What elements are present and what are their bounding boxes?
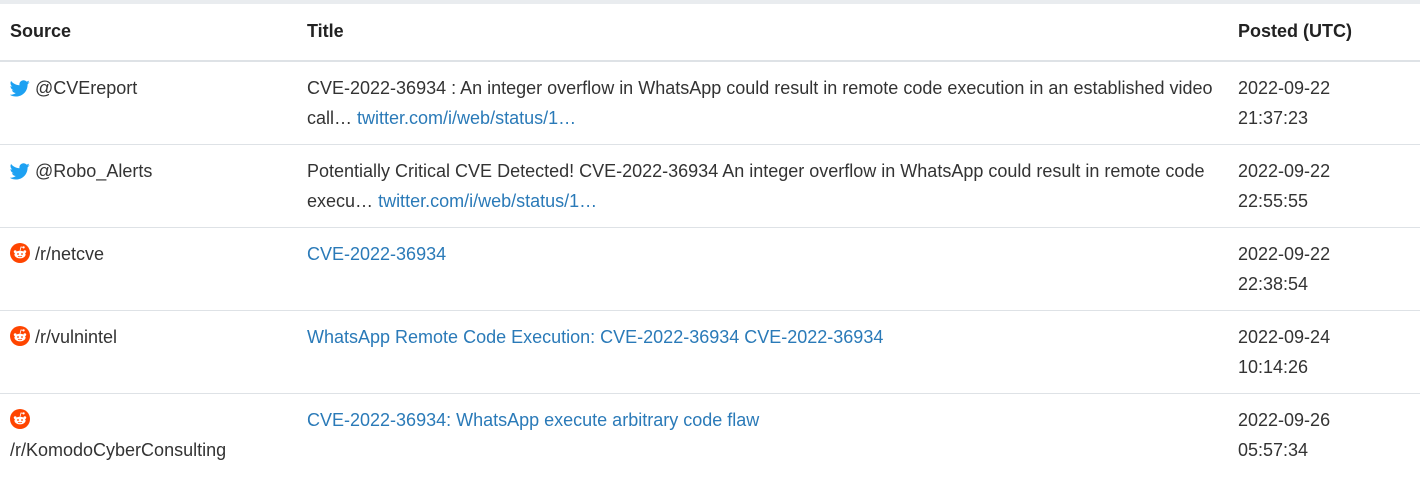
posted-cell: 2022-09-22 22:55:55 bbox=[1229, 144, 1420, 228]
posted-cell: 2022-09-24 10:14:26 bbox=[1229, 310, 1420, 394]
header-source: Source bbox=[0, 4, 298, 62]
title-cell: CVE-2022-36934 : An integer overflow in … bbox=[298, 60, 1229, 145]
posted-cell: 2022-09-22 22:38:54 bbox=[1229, 227, 1420, 311]
title-cell: Potentially Critical CVE Detected! CVE-2… bbox=[298, 144, 1229, 228]
header-row: Source Title Posted (UTC) bbox=[0, 4, 1420, 62]
posted-time: 05:57:34 bbox=[1238, 440, 1309, 460]
table-row: @Robo_Alerts Potentially Critical CVE De… bbox=[0, 144, 1420, 228]
title-link[interactable]: WhatsApp Remote Code Execution: CVE-2022… bbox=[307, 327, 883, 347]
mentions-table: Source Title Posted (UTC) @CVEreport CVE… bbox=[0, 4, 1420, 465]
source-cell: @CVEreport bbox=[0, 60, 298, 145]
header-title: Title bbox=[298, 4, 1229, 62]
posted-date: 2022-09-26 bbox=[1238, 410, 1331, 430]
title-cell: CVE-2022-36934: WhatsApp execute arbitra… bbox=[298, 393, 1229, 465]
source-name[interactable]: @CVEreport bbox=[35, 78, 137, 98]
table-row: /r/netcve CVE-2022-36934 2022-09-22 22:3… bbox=[0, 227, 1420, 311]
twitter-icon bbox=[10, 80, 30, 97]
posted-date: 2022-09-22 bbox=[1238, 78, 1331, 98]
source-cell: @Robo_Alerts bbox=[0, 144, 298, 228]
table-row: @CVEreport CVE-2022-36934 : An integer o… bbox=[0, 60, 1420, 145]
source-name[interactable]: @Robo_Alerts bbox=[35, 161, 152, 181]
title-cell: CVE-2022-36934 bbox=[298, 227, 1229, 311]
table-row: /r/vulnintel WhatsApp Remote Code Execut… bbox=[0, 310, 1420, 394]
source-name[interactable]: /r/vulnintel bbox=[35, 327, 117, 347]
reddit-icon bbox=[10, 243, 30, 263]
table-header: Source Title Posted (UTC) bbox=[0, 4, 1420, 62]
posted-cell: 2022-09-26 05:57:34 bbox=[1229, 393, 1420, 465]
title-link[interactable]: twitter.com/i/web/status/1… bbox=[357, 108, 576, 128]
posted-time: 21:37:23 bbox=[1238, 108, 1309, 128]
mentions-panel: Source Title Posted (UTC) @CVEreport CVE… bbox=[0, 0, 1420, 501]
posted-time: 22:38:54 bbox=[1238, 274, 1309, 294]
title-cell: WhatsApp Remote Code Execution: CVE-2022… bbox=[298, 310, 1229, 394]
posted-time: 22:55:55 bbox=[1238, 191, 1309, 211]
reddit-icon bbox=[10, 326, 30, 346]
posted-time: 10:14:26 bbox=[1238, 357, 1309, 377]
title-link[interactable]: CVE-2022-36934: WhatsApp execute arbitra… bbox=[307, 410, 759, 430]
title-link[interactable]: CVE-2022-36934 bbox=[307, 244, 446, 264]
reddit-icon bbox=[10, 409, 30, 429]
posted-date: 2022-09-22 bbox=[1238, 244, 1331, 264]
twitter-icon bbox=[10, 163, 30, 180]
source-cell: /r/KomodoCyberConsulting bbox=[0, 393, 298, 465]
source-cell: /r/netcve bbox=[0, 227, 298, 311]
source-name[interactable]: /r/netcve bbox=[35, 244, 104, 264]
header-posted: Posted (UTC) bbox=[1229, 4, 1420, 62]
source-name[interactable]: /r/KomodoCyberConsulting bbox=[10, 440, 226, 460]
posted-date: 2022-09-22 bbox=[1238, 161, 1331, 181]
table-body: @CVEreport CVE-2022-36934 : An integer o… bbox=[0, 60, 1420, 465]
table-row: /r/KomodoCyberConsulting CVE-2022-36934:… bbox=[0, 393, 1420, 465]
posted-cell: 2022-09-22 21:37:23 bbox=[1229, 60, 1420, 145]
title-link[interactable]: twitter.com/i/web/status/1… bbox=[378, 191, 597, 211]
source-cell: /r/vulnintel bbox=[0, 310, 298, 394]
posted-date: 2022-09-24 bbox=[1238, 327, 1331, 347]
